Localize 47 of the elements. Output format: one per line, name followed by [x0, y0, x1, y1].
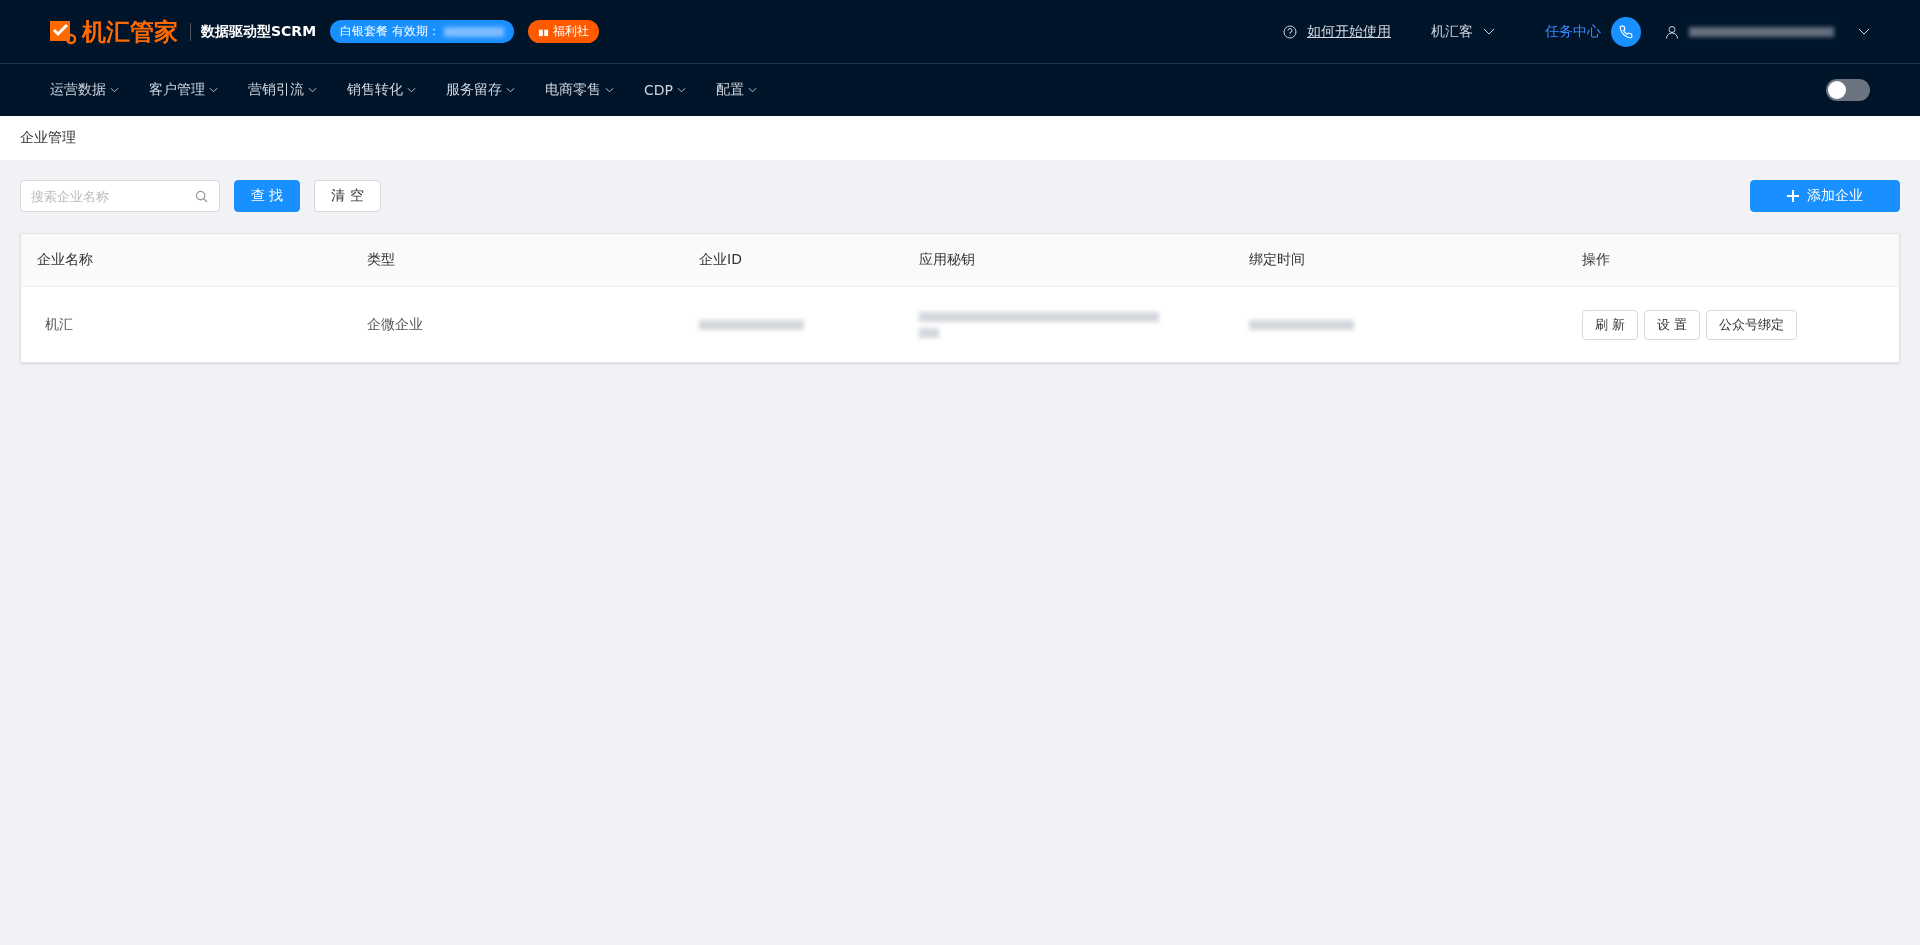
nav-menu-item[interactable]: 运营数据: [50, 81, 119, 99]
search-field[interactable]: 搜索企业名称: [20, 180, 220, 212]
column-header: 绑定时间: [1248, 251, 1306, 269]
chevron-icon: [308, 87, 317, 93]
chevron-icon: [407, 87, 416, 93]
nav-menu-item[interactable]: 营销引流: [248, 81, 317, 99]
account-menu[interactable]: 机汇客: [1431, 22, 1473, 41]
redacted-text: [919, 327, 939, 338]
nav-menu-item[interactable]: 客户管理: [149, 81, 218, 99]
action-button[interactable]: 刷 新: [1582, 309, 1639, 340]
action-button[interactable]: 公众号绑定: [1706, 309, 1798, 340]
nav-menu-item[interactable]: 销售转化: [347, 81, 416, 99]
chevron-icon: [110, 87, 119, 93]
table-cell-text: 机汇: [45, 315, 74, 334]
phone-icon: [1619, 24, 1633, 39]
breadcrumb: 企业管理: [20, 129, 76, 147]
column-header: 类型: [366, 251, 396, 269]
user-icon: [1665, 24, 1679, 39]
chevron-icon: [1483, 27, 1495, 36]
search-icon: [195, 190, 208, 203]
chevron-icon: [506, 87, 515, 93]
chevron-icon: [605, 87, 614, 93]
clear-button[interactable]: 清 空: [314, 180, 381, 212]
plan-badge: 白银套餐 有效期：: [330, 20, 514, 43]
help-link[interactable]: 如何开始使用: [1307, 22, 1391, 41]
column-header: 企业ID: [698, 251, 743, 269]
chevron-icon: [748, 87, 757, 93]
chevron-icon: [209, 87, 218, 93]
task-center-link[interactable]: 任务中心: [1545, 22, 1601, 41]
table-cell-text: 企微企业: [367, 315, 424, 334]
column-header: 企业名称: [36, 251, 94, 269]
toggle-switch[interactable]: [1826, 79, 1870, 101]
nav-menu-item[interactable]: 服务留存: [446, 81, 515, 99]
chevron-icon: [677, 87, 686, 93]
help-icon: [1283, 24, 1297, 39]
action-button[interactable]: 设 置: [1644, 309, 1701, 340]
tagline: 数据驱动型SCRM: [190, 22, 317, 41]
phone-button[interactable]: [1611, 16, 1641, 47]
chevron-icon[interactable]: [1858, 27, 1870, 36]
logo-text: 机汇管家: [82, 16, 178, 48]
column-header: 操作: [1581, 251, 1611, 269]
nav-menu-item[interactable]: 配置: [716, 81, 757, 99]
nav-menu-item[interactable]: 电商零售: [545, 81, 614, 99]
logo-icon: [50, 18, 76, 45]
column-header: 应用秘钥: [918, 251, 976, 269]
plus-icon: [1787, 190, 1799, 202]
nav-menu-item[interactable]: CDP: [644, 82, 686, 98]
